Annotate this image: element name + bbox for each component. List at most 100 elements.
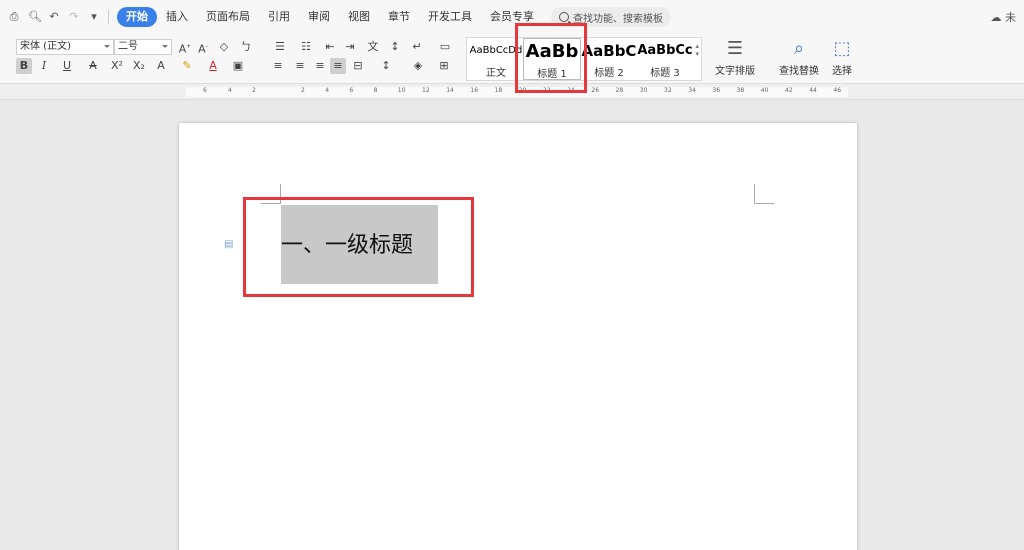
table-border-icon[interactable]: ▭ xyxy=(436,39,454,55)
justify-icon[interactable]: ≡ xyxy=(330,58,346,74)
tab-review[interactable]: 审阅 xyxy=(299,7,339,27)
ruler-number: 26 xyxy=(591,87,600,94)
borders-icon[interactable]: ⊞ xyxy=(434,58,454,74)
tab-chapter[interactable]: 章节 xyxy=(379,7,419,27)
font-size-select[interactable]: 二号 xyxy=(114,39,172,55)
ruler-number: 2 xyxy=(252,87,256,94)
print-icon[interactable]: ⎙ xyxy=(8,11,20,23)
shading-icon[interactable]: ◈ xyxy=(408,58,428,74)
select-label: 选择 xyxy=(832,66,852,77)
print-preview-icon[interactable]: 🔍︎ xyxy=(28,11,42,23)
superscript-icon[interactable]: X² xyxy=(110,58,124,74)
align-center-icon[interactable]: ≡ xyxy=(292,58,308,74)
gallery-expand-icon[interactable]: ▴ ▾ xyxy=(695,42,699,58)
ruler-number: 46 xyxy=(833,87,842,94)
phonetic-guide-icon[interactable]: ㄅ xyxy=(236,39,256,55)
ruler-number: 8 xyxy=(373,87,378,94)
ruler-number: 34 xyxy=(688,87,696,94)
tab-view[interactable]: 视图 xyxy=(339,7,379,27)
horizontal-ruler[interactable]: 6 4 2 2 4 6 8 10 12 14 16 18 20 22 24 26 28 30 32 34 36 38 40 4… xyxy=(0,84,1024,100)
ruler-number: 28 xyxy=(615,87,624,94)
ruler-number: 6 xyxy=(349,87,354,94)
italic-icon[interactable]: I xyxy=(38,58,50,74)
align-left-icon[interactable]: ≡ xyxy=(270,58,286,74)
paragraph-layout-icon[interactable]: ▤ xyxy=(224,239,236,251)
find-replace-label: 查找替换 xyxy=(779,66,819,77)
ruler-number: 16 xyxy=(470,87,479,94)
decrease-indent-icon[interactable]: ⇤ xyxy=(322,39,338,55)
text-layout-label: 文字排版 xyxy=(715,66,755,77)
chevron-down-icon xyxy=(162,45,168,48)
strikethrough-icon[interactable]: A xyxy=(84,58,102,74)
ruler-numbers: 6 4 2 2 4 6 8 10 12 14 16 18 20 22 24 26 28 30 32 34 36 38 40 4… xyxy=(0,86,1024,98)
ruler-number: 40 xyxy=(760,87,769,94)
menu-bar: ⎙ 🔍︎ ↶ ↷ ▾ 开始 插入 页面布局 引用 审阅 视图 章节 开发工具 会… xyxy=(0,0,1024,34)
highlight-heading-text xyxy=(243,197,474,297)
clear-format-icon[interactable]: ◇ xyxy=(216,39,232,55)
chevron-down-icon xyxy=(104,45,110,48)
style-heading-3[interactable]: AaBbCc 标题 3 xyxy=(637,38,693,80)
font-name-value: 宋体 (正文) xyxy=(20,41,71,52)
style-name: 标题 2 xyxy=(594,68,624,79)
bold-icon[interactable]: B xyxy=(16,58,32,74)
cloud-sync-status[interactable]: ☁ 未 xyxy=(991,9,1017,25)
ruler-number: 12 xyxy=(422,87,430,94)
char-border-icon[interactable]: ▣ xyxy=(230,58,246,74)
select-button[interactable]: ⬚ 选择 xyxy=(822,36,862,80)
align-right-icon[interactable]: ≡ xyxy=(312,58,328,74)
bullet-list-icon[interactable]: ☰ xyxy=(270,39,290,55)
find-replace-button[interactable]: ⌕ 查找替换 xyxy=(774,36,824,80)
style-preview: AaBbC xyxy=(581,42,637,60)
tab-developer[interactable]: 开发工具 xyxy=(419,7,481,27)
ruler-number: 4 xyxy=(228,87,232,94)
text-layout-icon: ☰ xyxy=(726,38,744,59)
ruler-number: 4 xyxy=(325,87,330,94)
font-name-select[interactable]: 宋体 (正文) xyxy=(16,39,114,55)
cloud-label: 未 xyxy=(1005,11,1016,24)
ruler-number: 38 xyxy=(736,87,745,94)
ruler-number: 30 xyxy=(639,87,648,94)
menu-separator xyxy=(108,10,109,24)
style-name: 标题 3 xyxy=(650,68,680,79)
find-icon: ⌕ xyxy=(793,38,805,59)
shrink-font-icon[interactable]: A- xyxy=(196,39,210,56)
search-icon xyxy=(559,12,569,22)
style-preview: AaBbCc xyxy=(637,43,693,58)
tab-page-layout[interactable]: 页面布局 xyxy=(197,7,259,27)
subscript-icon[interactable]: X₂ xyxy=(132,58,146,74)
ruler-number: 36 xyxy=(712,87,721,94)
customize-icon[interactable]: ▾ xyxy=(88,11,100,23)
text-layout-button[interactable]: ☰ 文字排版 xyxy=(710,36,760,80)
ruler-number: 42 xyxy=(785,87,793,94)
increase-indent-icon[interactable]: ⇥ xyxy=(342,39,358,55)
ruler-number: 14 xyxy=(446,87,454,94)
numbered-list-icon[interactable]: ☷ xyxy=(296,39,316,55)
grow-font-icon[interactable]: A+ xyxy=(178,39,192,56)
select-cursor-icon: ⬚ xyxy=(833,38,851,59)
show-marks-icon[interactable]: ↵ xyxy=(408,39,426,55)
highlight-heading1-style xyxy=(515,23,587,93)
line-spacing-icon[interactable]: ↕ xyxy=(376,58,396,74)
chinese-layout-icon[interactable]: 文 xyxy=(364,39,382,55)
ruler-number: 18 xyxy=(494,87,503,94)
font-size-value: 二号 xyxy=(118,41,138,52)
highlight-color-icon[interactable]: ✎ xyxy=(178,58,196,74)
undo-icon[interactable]: ↶ xyxy=(48,11,60,23)
tab-home[interactable]: 开始 xyxy=(117,7,157,27)
sort-icon[interactable]: ↕ xyxy=(388,39,402,55)
distributed-align-icon[interactable]: ⊟ xyxy=(350,58,366,74)
ruler-number: 10 xyxy=(397,87,406,94)
font-color-icon[interactable]: A xyxy=(204,58,222,74)
underline-icon[interactable]: U xyxy=(58,58,76,74)
tab-insert[interactable]: 插入 xyxy=(157,7,197,27)
document-page[interactable]: ▤ 一、一级标题 xyxy=(179,123,857,550)
redo-icon[interactable]: ↷ xyxy=(68,11,80,23)
ruler-number: 44 xyxy=(809,87,817,94)
text-effect-icon[interactable]: A xyxy=(152,58,170,74)
ruler-number: 32 xyxy=(664,87,672,94)
ruler-number: 6 xyxy=(203,87,207,94)
home-ribbon: 宋体 (正文) 二号 A+ A- ◇ ㄅ B I U A X² X₂ A ✎ A… xyxy=(0,34,1024,84)
style-heading-2[interactable]: AaBbC 标题 2 xyxy=(581,38,637,80)
ruler-number: 2 xyxy=(301,87,305,94)
tab-references[interactable]: 引用 xyxy=(259,7,299,27)
